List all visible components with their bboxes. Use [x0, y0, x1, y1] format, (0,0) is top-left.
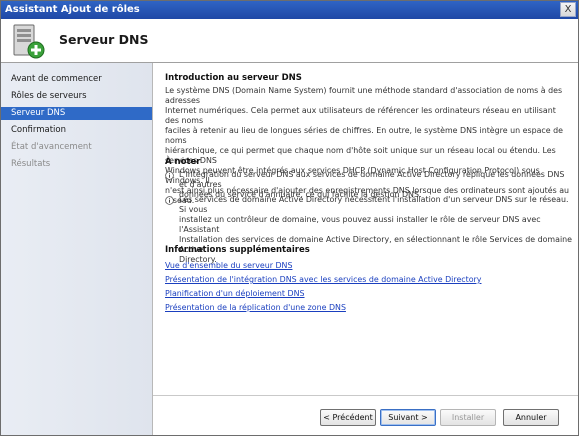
- install-button: Installer: [440, 409, 496, 426]
- page-title: Serveur DNS: [59, 32, 149, 47]
- notes-heading: À noter: [165, 157, 201, 167]
- more-info-heading: Informations supplémentaires: [165, 245, 310, 255]
- link-dns-zone-replication[interactable]: Présentation de la réplication d'une zon…: [165, 303, 346, 313]
- wizard-steps-sidebar: Avant de commencer Rôles de serveurs Ser…: [1, 63, 153, 435]
- content-panel: Introduction au serveur DNS Le système D…: [153, 63, 578, 395]
- step-avant-de-commencer[interactable]: Avant de commencer: [1, 73, 152, 86]
- intro-line: Le système DNS (Domain Name System) four…: [165, 86, 563, 105]
- wizard-footer: < Précédent Suivant > Installer Annuler: [153, 396, 578, 435]
- window-title: Assistant Ajout de rôles: [5, 4, 140, 15]
- intro-line: faciles à retenir au lieu de longues sér…: [165, 126, 563, 145]
- close-button[interactable]: X: [560, 2, 576, 17]
- intro-heading: Introduction au serveur DNS: [165, 73, 302, 83]
- cancel-button[interactable]: Annuler: [503, 409, 559, 426]
- wizard-header: Serveur DNS: [1, 19, 578, 63]
- step-serveur-dns[interactable]: Serveur DNS: [1, 107, 152, 120]
- note-line: installez un contrôleur de domaine, vous…: [179, 215, 541, 234]
- note-line: L'intégration du serveur DNS aux service…: [179, 170, 565, 189]
- intro-line: hiérarchique, ce qui permet que chaque n…: [165, 146, 556, 165]
- next-button[interactable]: Suivant >: [380, 409, 436, 426]
- previous-button[interactable]: < Précédent: [320, 409, 376, 426]
- step-roles-de-serveurs[interactable]: Rôles de serveurs: [1, 90, 152, 103]
- step-etat-avancement: État d'avancement: [11, 142, 92, 152]
- title-bar[interactable]: Assistant Ajout de rôles X: [1, 1, 578, 19]
- step-resultats: Résultats: [11, 159, 51, 169]
- step-confirmation[interactable]: Confirmation: [1, 124, 152, 137]
- info-icon: [165, 196, 174, 205]
- link-dns-overview[interactable]: Vue d'ensemble du serveur DNS: [165, 261, 292, 271]
- info-icon: [165, 171, 174, 180]
- wizard-window: Assistant Ajout de rôles X Serveur DNS A…: [0, 0, 579, 436]
- link-dns-deployment-planning[interactable]: Planification d'un déploiement DNS: [165, 289, 305, 299]
- intro-line: Internet numériques. Cela permet aux uti…: [165, 106, 556, 125]
- link-dns-ad-integration[interactable]: Présentation de l'intégration DNS avec l…: [165, 275, 481, 285]
- note-line: Les services de domaine Active Directory…: [179, 195, 569, 214]
- server-add-icon: [13, 24, 45, 59]
